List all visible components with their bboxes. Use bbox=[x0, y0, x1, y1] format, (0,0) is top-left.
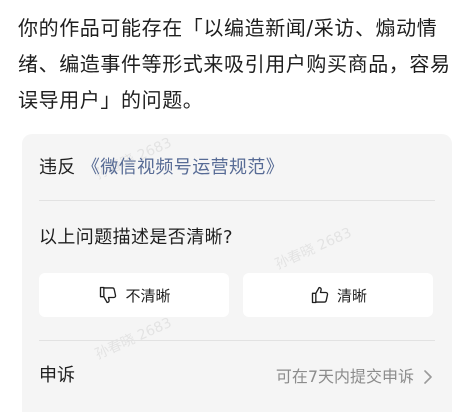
rules-link[interactable]: 《微信视频号运营规范》 bbox=[82, 157, 284, 178]
unclear-label: 不清晰 bbox=[125, 286, 171, 305]
unclear-button[interactable]: 不清晰 bbox=[39, 273, 229, 317]
appeal-row[interactable]: 申诉 可在7天内提交申诉 bbox=[22, 348, 452, 404]
violation-prefix: 违反 bbox=[39, 157, 76, 178]
review-card: 孙春晓 2683 孙春晓 2683 孙春晓 2683 违反 《微信视频号运营规范》… bbox=[22, 134, 452, 412]
clear-button[interactable]: 清晰 bbox=[243, 273, 433, 317]
violation-message: 你的作品可能存在「以编造新闻/采访、煽动情绪、编造事件等形式来吸引用户购买商品，… bbox=[18, 16, 451, 112]
clarity-question: 以上问题描述是否清晰? bbox=[39, 227, 233, 248]
violation-rule: 违反 《微信视频号运营规范》 bbox=[39, 156, 284, 180]
divider bbox=[39, 340, 435, 341]
divider bbox=[39, 200, 435, 201]
appeal-hint: 可在7天内提交申诉 bbox=[275, 367, 414, 386]
clear-label: 清晰 bbox=[336, 286, 367, 305]
thumbs-down-icon bbox=[97, 284, 119, 306]
watermark: 孙春晓 2683 bbox=[272, 224, 355, 273]
chevron-right-icon bbox=[421, 368, 435, 386]
thumbs-up-icon bbox=[309, 284, 331, 306]
appeal-label: 申诉 bbox=[39, 365, 75, 386]
